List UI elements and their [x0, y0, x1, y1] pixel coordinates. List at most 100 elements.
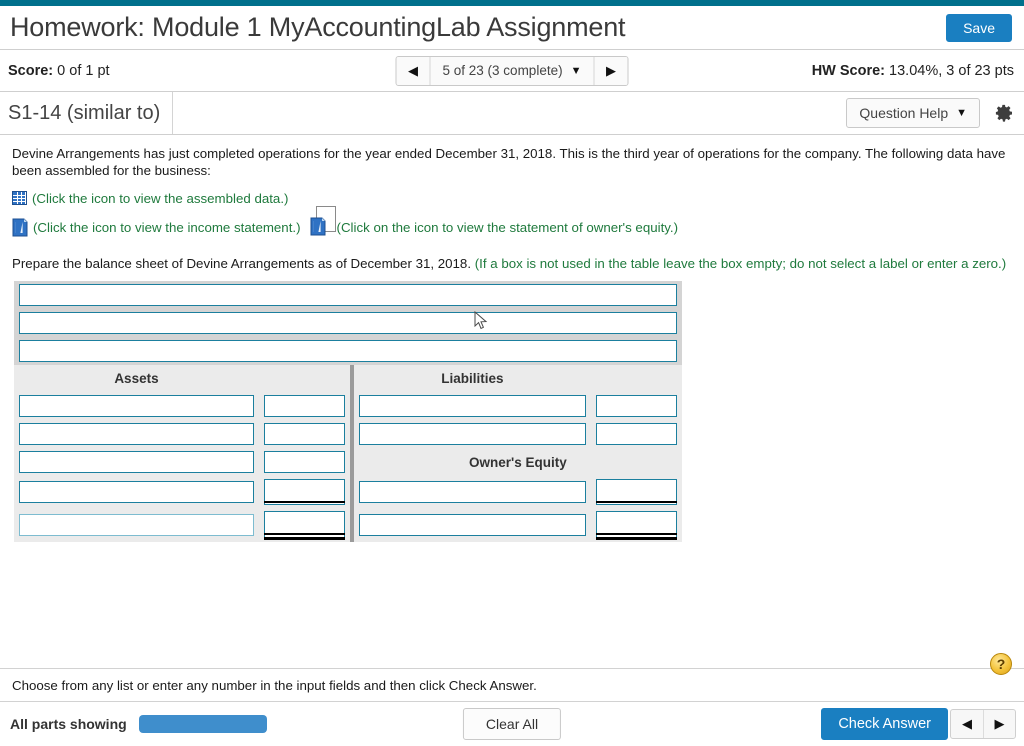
liabilities-amount-header — [591, 365, 682, 392]
next-question-button[interactable]: ▶ — [593, 56, 628, 85]
question-selector-label: 5 of 23 (3 complete) — [442, 63, 563, 78]
question-id: S1-14 (similar to) — [0, 92, 174, 134]
assembled-data-link-row: (Click the icon to view the assembled da… — [12, 187, 1012, 209]
hw-score-display: HW Score: 13.04%, 3 of 23 pts — [812, 63, 1014, 79]
bottom-next-button[interactable]: ▶ — [983, 710, 1015, 738]
asset-amount-cell-3 — [258, 448, 350, 476]
question-prompt: Prepare the balance sheet of Devine Arra… — [12, 256, 1012, 271]
equity-amount-cell-1 — [591, 476, 682, 508]
owners-equity-link[interactable]: (Click on the icon to view the statement… — [337, 220, 679, 235]
chevron-down-icon: ▼ — [570, 64, 582, 77]
asset-label-input-2[interactable] — [19, 423, 254, 445]
asset-amount-cell-4 — [258, 476, 350, 508]
gear-icon[interactable] — [994, 103, 1014, 123]
table-title-row — [14, 309, 682, 337]
equity-label-cell-2 — [353, 508, 592, 542]
question-paragraph: Devine Arrangements has just completed o… — [12, 146, 1006, 178]
liability-amount-cell-1 — [591, 392, 682, 420]
bottom-toolbar: All parts showing Clear All Check Answer… — [0, 702, 1024, 746]
hint-bar: Choose from any list or enter any number… — [0, 653, 1024, 702]
score-label: Score: — [8, 62, 54, 79]
equity-label-cell-1 — [353, 476, 592, 508]
liability-amount-input-2[interactable] — [596, 423, 677, 445]
assets-amount-header — [258, 365, 350, 392]
question-help-button[interactable]: Question Help ▼ — [846, 98, 980, 128]
subtotal-underline — [596, 501, 677, 503]
table-title-row — [14, 337, 682, 365]
question-prompt-note: (If a box is not used in the table leave… — [474, 256, 1007, 271]
title-row-2-cell — [14, 309, 682, 337]
income-statement-link[interactable]: (Click the icon to view the income state… — [33, 220, 301, 235]
page-title: Homework: Module 1 MyAccountingLab Assig… — [10, 12, 626, 42]
liability-label-input-1[interactable] — [358, 395, 587, 417]
score-value: 0 of 1 pt — [57, 62, 110, 79]
asset-label-cell-5 — [14, 508, 259, 542]
hint-text: Choose from any list or enter any number… — [12, 677, 537, 693]
parts-progress-bar — [138, 715, 267, 733]
question-help-label: Question Help — [859, 105, 949, 121]
table-row: Owner's Equity — [14, 448, 682, 476]
check-answer-button[interactable]: Check Answer — [821, 708, 948, 740]
question-prompt-main: Prepare the balance sheet of Devine Arra… — [12, 256, 472, 271]
liability-amount-input-1[interactable] — [596, 395, 677, 417]
save-button[interactable]: Save — [946, 13, 1012, 42]
asset-label-cell-4 — [14, 476, 259, 508]
bottom-prev-button[interactable]: ◀ — [951, 710, 983, 738]
assembled-data-link[interactable]: (Click the icon to view the assembled da… — [32, 191, 288, 206]
liability-label-cell-2 — [353, 420, 592, 448]
title-input-2[interactable] — [19, 312, 677, 334]
title-row-1-cell — [14, 281, 682, 309]
bottom-navigation: ◀ ▶ — [950, 709, 1016, 739]
asset-amount-cell-5 — [258, 508, 350, 542]
table-row — [14, 420, 682, 448]
liabilities-header: Liabilities — [353, 365, 592, 392]
question-selector-dropdown[interactable]: 5 of 23 (3 complete) ▼ — [431, 57, 594, 85]
asset-amount-cell-1 — [258, 392, 350, 420]
parts-status-label: All parts showing — [10, 716, 127, 732]
score-display: Score: 0 of 1 pt — [8, 63, 110, 79]
total-underline-lower — [596, 537, 677, 540]
table-row — [14, 392, 682, 420]
asset-label-input-1[interactable] — [19, 395, 254, 417]
subtotal-underline — [263, 501, 345, 503]
title-input-1[interactable] — [19, 284, 677, 306]
title-input-3[interactable] — [19, 340, 677, 362]
asset-amount-input-3[interactable] — [263, 451, 345, 473]
page-root: Homework: Module 1 MyAccountingLab Assig… — [0, 0, 1024, 746]
asset-label-input-4[interactable] — [19, 481, 254, 503]
question-navigator: ◀ 5 of 23 (3 complete) ▼ ▶ — [395, 55, 629, 86]
asset-label-input-3[interactable] — [19, 451, 254, 473]
hw-score-value: 13.04%, 3 of 23 pts — [889, 62, 1014, 79]
equity-amount-cell-2 — [591, 508, 682, 542]
total-underline-upper — [263, 533, 345, 535]
total-underline-lower — [263, 537, 345, 540]
prev-question-button[interactable]: ◀ — [396, 56, 431, 85]
statement-links-row: (Click the icon to view the income state… — [12, 206, 1012, 242]
owners-equity-icon-stack[interactable] — [307, 206, 337, 242]
title-bar: Homework: Module 1 MyAccountingLab Assig… — [0, 6, 1024, 50]
help-icon[interactable]: ? — [990, 653, 1012, 675]
asset-amount-input-2[interactable] — [263, 423, 345, 445]
clear-all-button[interactable]: Clear All — [462, 708, 562, 740]
asset-label-cell-2 — [14, 420, 259, 448]
equity-label-input-2[interactable] — [358, 514, 587, 536]
grid-icon[interactable] — [12, 191, 27, 205]
question-header-bar: S1-14 (similar to) Question Help ▼ — [0, 92, 1024, 135]
book-icon[interactable] — [310, 217, 326, 236]
score-bar: Score: 0 of 1 pt ◀ 5 of 23 (3 complete) … — [0, 50, 1024, 92]
asset-amount-input-1[interactable] — [263, 395, 345, 417]
balance-sheet-table: Assets Liabilities Owner's Equity — [14, 281, 682, 542]
liability-amount-cell-2 — [591, 420, 682, 448]
asset-label-cell-1 — [14, 392, 259, 420]
liability-label-cell-1 — [353, 392, 592, 420]
total-underline-upper — [596, 533, 677, 535]
equity-label-input-1[interactable] — [358, 481, 587, 503]
liability-label-input-2[interactable] — [358, 423, 587, 445]
assets-header: Assets — [14, 365, 259, 392]
asset-amount-cell-2 — [258, 420, 350, 448]
section-header-row: Assets Liabilities — [14, 365, 682, 392]
book-icon[interactable] — [12, 218, 28, 237]
asset-label-input-5[interactable] — [19, 514, 254, 536]
asset-label-cell-3 — [14, 448, 259, 476]
table-title-row — [14, 281, 682, 309]
